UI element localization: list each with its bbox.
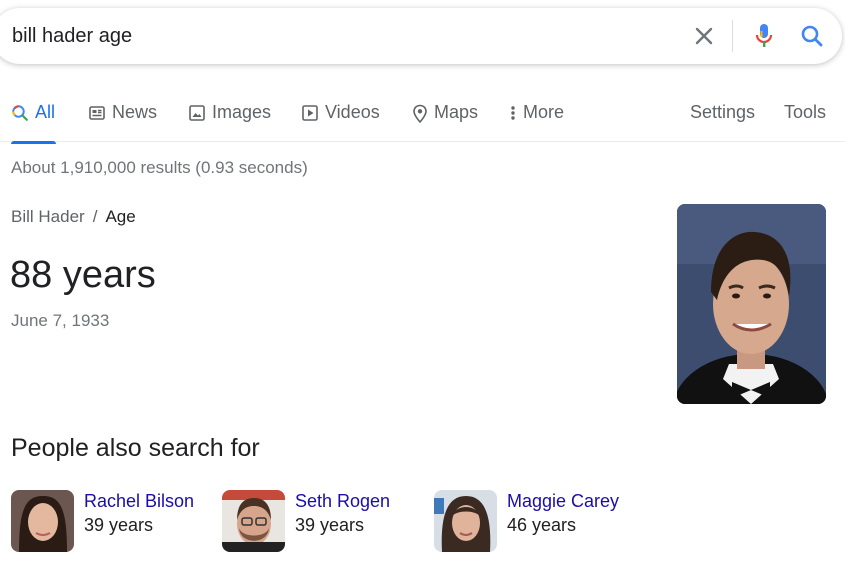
result-stats: About 1,910,000 results (0.93 seconds) (11, 158, 308, 177)
video-icon (302, 105, 318, 121)
tab-maps-label: Maps (434, 102, 479, 122)
active-tab-indicator (11, 141, 56, 144)
person-name[interactable]: Seth Rogen (295, 491, 390, 512)
tab-news-label: News (112, 102, 158, 122)
search-icon[interactable] (798, 22, 826, 50)
related-person-card[interactable]: Seth Rogen 39 years (222, 490, 390, 552)
breadcrumb-entity[interactable]: Bill Hader (11, 207, 85, 227)
tab-all[interactable]: All (11, 102, 56, 144)
search-bar (0, 8, 842, 64)
tab-all-label: All (35, 102, 56, 122)
more-vert-icon (511, 106, 515, 120)
person-name[interactable]: Rachel Bilson (84, 491, 194, 512)
related-person-card[interactable]: Rachel Bilson 39 years (11, 490, 194, 552)
close-icon[interactable] (690, 22, 718, 50)
tools-button[interactable]: Tools (784, 102, 826, 142)
person-age: 39 years (295, 515, 365, 535)
answer-value: 88 years (10, 254, 156, 296)
settings-label: Settings (690, 102, 756, 122)
people-also-search-title: People also search for (11, 434, 260, 462)
search-tabs: All News Images Videos Maps More Setting… (0, 94, 845, 144)
answer-subtext: June 7, 1933 (11, 311, 110, 330)
tab-maps[interactable]: Maps (412, 102, 478, 142)
person-age: 46 years (507, 515, 577, 535)
tab-news[interactable]: News (88, 102, 157, 142)
image-icon (189, 105, 205, 121)
breadcrumb-attribute: Age (105, 207, 136, 226)
tab-images[interactable]: Images (188, 102, 271, 142)
tab-images-label: Images (212, 102, 272, 122)
search-input[interactable] (12, 23, 652, 49)
tab-more[interactable]: More (509, 102, 564, 142)
person-thumbnail[interactable] (222, 490, 285, 552)
tab-more-label: More (523, 102, 565, 122)
related-person-card[interactable]: Maggie Carey 46 years (434, 490, 619, 552)
map-pin-icon (413, 104, 427, 124)
breadcrumb-separator: / (92, 207, 98, 226)
person-thumbnail[interactable] (434, 490, 497, 552)
settings-button[interactable]: Settings (690, 102, 755, 142)
person-thumbnail[interactable] (11, 490, 74, 552)
tools-label: Tools (784, 102, 827, 122)
person-name[interactable]: Maggie Carey (507, 491, 619, 512)
tab-videos-label: Videos (325, 102, 380, 122)
entity-portrait[interactable] (677, 204, 826, 404)
breadcrumb: Bill Hader / Age (11, 207, 136, 227)
tab-videos[interactable]: Videos (301, 102, 380, 142)
news-icon (89, 106, 105, 120)
search-bar-divider (732, 20, 733, 52)
search-icon (12, 105, 28, 121)
person-age: 39 years (84, 515, 154, 535)
microphone-icon[interactable] (750, 22, 778, 50)
